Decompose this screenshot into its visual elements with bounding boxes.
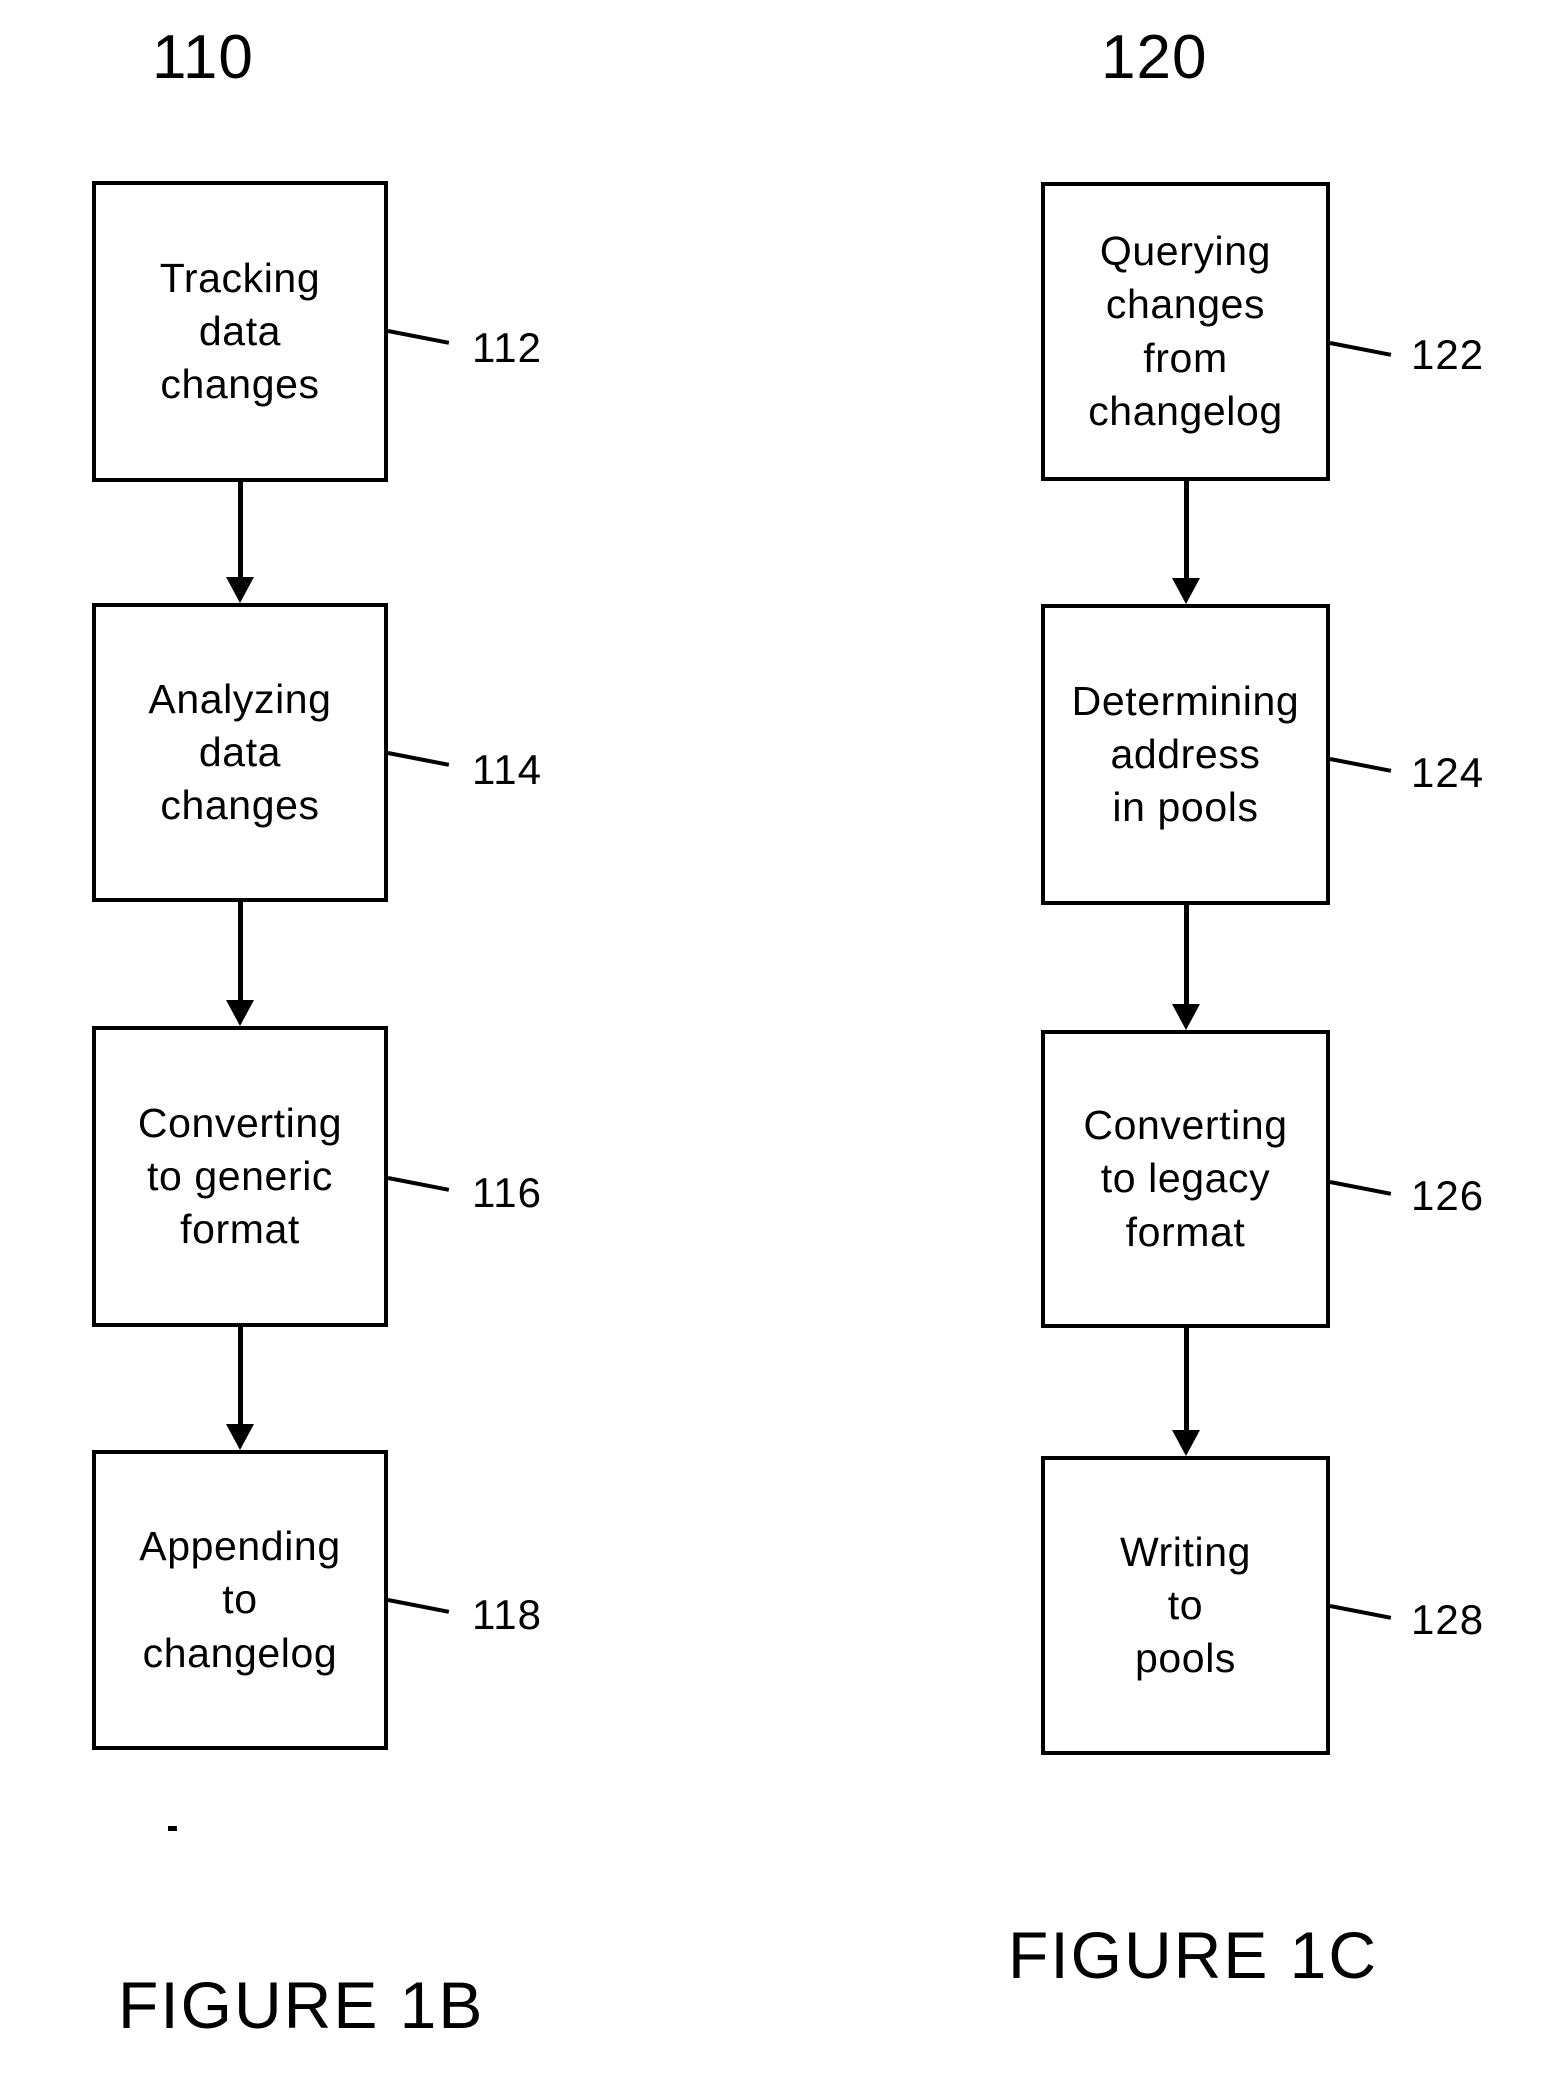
reference-numeral-116: 116 xyxy=(472,1169,542,1216)
reference-numeral-122: 122 xyxy=(1411,331,1485,378)
group-number-110: 110 xyxy=(152,23,254,92)
process-box-112: Tracking data changes xyxy=(92,181,388,482)
leader-line-112 xyxy=(387,329,450,345)
leader-line-118 xyxy=(387,1598,450,1614)
process-box-114: Analyzing data changes xyxy=(92,603,388,902)
scan-speck xyxy=(168,1826,177,1831)
figure-caption-1c: FIGURE 1C xyxy=(1008,1918,1379,1992)
process-box-122-label: Querying changes from changelog xyxy=(1088,227,1283,434)
leader-line-126 xyxy=(1329,1180,1392,1196)
leader-line-124 xyxy=(1329,757,1392,773)
leader-line-122 xyxy=(1329,341,1392,357)
leader-line-116 xyxy=(387,1176,450,1192)
process-box-128: Writing to pools xyxy=(1041,1456,1330,1755)
reference-numeral-118: 118 xyxy=(472,1591,542,1638)
reference-numeral-128: 128 xyxy=(1411,1596,1485,1643)
process-box-118-label: Appending to changelog xyxy=(139,1523,341,1676)
process-box-112-label: Tracking data changes xyxy=(159,254,321,408)
process-box-126: Converting to legacy format xyxy=(1041,1030,1330,1328)
leader-line-128 xyxy=(1329,1604,1392,1620)
process-box-128-label: Writing to pools xyxy=(1119,1528,1252,1682)
reference-numeral-126: 126 xyxy=(1411,1172,1485,1219)
reference-numeral-112: 112 xyxy=(472,324,542,371)
reference-numeral-114: 114 xyxy=(472,746,542,793)
leader-line-114 xyxy=(387,751,450,767)
process-box-124: Determining address in pools xyxy=(1041,604,1330,905)
figure-caption-1b: FIGURE 1B xyxy=(118,1968,485,2042)
process-box-124-label: Determining address in pools xyxy=(1071,677,1300,831)
group-number-120: 120 xyxy=(1101,23,1208,92)
process-box-122: Querying changes from changelog xyxy=(1041,182,1330,481)
process-box-116: Converting to generic format xyxy=(92,1026,388,1327)
process-box-126-label: Converting to legacy format xyxy=(1083,1102,1288,1255)
reference-numeral-124: 124 xyxy=(1411,749,1485,796)
patent-figure-sheet: 110 Tracking data changes 112 Analyzing … xyxy=(0,0,1549,2084)
process-box-114-label: Analyzing data changes xyxy=(148,675,332,829)
process-box-116-label: Converting to generic format xyxy=(137,1099,343,1253)
process-box-118: Appending to changelog xyxy=(92,1450,388,1750)
